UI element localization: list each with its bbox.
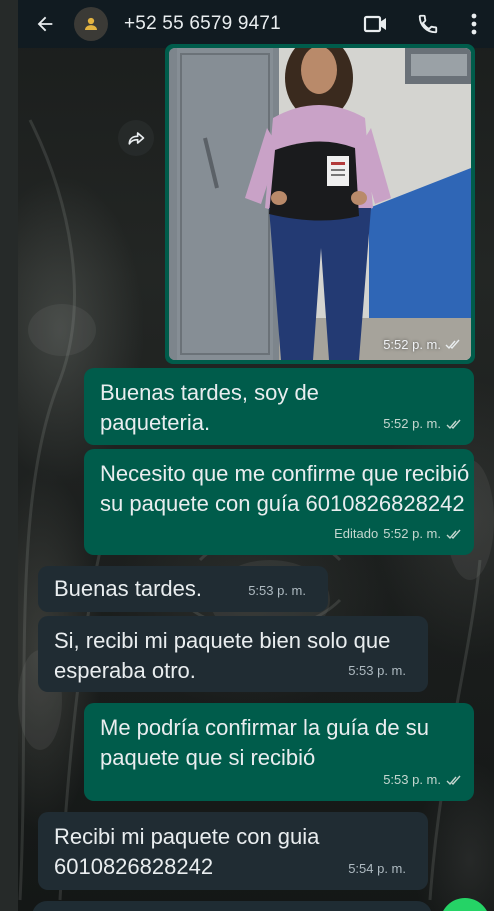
message-time: 5:53 p. m. <box>348 663 406 678</box>
read-ticks-icon <box>446 529 461 539</box>
message-meta: 5:53 p. m. <box>348 656 406 686</box>
message-meta: 5:53 p. m. <box>248 576 306 606</box>
photo[interactable]: 5:52 p. m. <box>169 48 471 360</box>
message-text: Recibi mi paquete con guia 6010826828242 <box>54 824 320 879</box>
message-time: 5:52 p. m. <box>383 526 441 541</box>
forward-button[interactable] <box>118 120 154 156</box>
video-camera-icon <box>363 15 386 33</box>
forward-icon <box>128 132 145 145</box>
voice-call-button[interactable] <box>402 0 454 48</box>
arrow-left-icon <box>37 16 53 32</box>
more-vertical-icon <box>471 13 477 35</box>
image-message[interactable]: 5:52 p. m. <box>165 44 475 364</box>
back-button[interactable] <box>18 0 72 48</box>
message-meta: 5:52 p. m. <box>383 337 461 352</box>
video-call-button[interactable] <box>350 0 402 48</box>
person-icon <box>85 17 97 30</box>
outgoing-message[interactable]: Me podría confirmar la guía de su paquet… <box>84 703 474 801</box>
contact-name[interactable]: +52 55 6579 9471 <box>124 13 281 35</box>
message-meta: 5:53 p. m. <box>383 765 462 795</box>
incoming-message[interactable]: Si, recibi mi paquete bien solo que espe… <box>38 616 428 692</box>
message-input-bar[interactable] <box>32 901 432 911</box>
edited-label: Editado <box>334 526 379 541</box>
message-text: Si, recibi mi paquete bien solo que espe… <box>54 628 391 683</box>
message-text: Necesito que me confirme que recibió su … <box>100 461 470 516</box>
read-ticks-icon <box>446 775 461 785</box>
phone-icon <box>418 14 438 34</box>
message-meta: Editado 5:52 p. m. <box>334 519 462 549</box>
message-time: 5:52 p. m. <box>383 416 441 431</box>
message-meta: 5:52 p. m. <box>383 409 462 439</box>
message-time: 5:54 p. m. <box>348 861 406 876</box>
left-edge-strip <box>0 0 18 911</box>
header-actions <box>350 0 494 48</box>
message-time: 5:52 p. m. <box>383 337 441 352</box>
incoming-message[interactable]: Buenas tardes. 5:53 p. m. <box>38 566 328 612</box>
outgoing-message[interactable]: Necesito que me confirme que recibió su … <box>84 449 474 555</box>
photo-person-with-package <box>169 48 471 360</box>
chat-header: +52 55 6579 9471 <box>18 0 494 48</box>
menu-button[interactable] <box>454 0 494 48</box>
contact-avatar[interactable] <box>74 7 108 41</box>
read-ticks-icon <box>446 419 461 429</box>
incoming-message[interactable]: Recibi mi paquete con guia 6010826828242… <box>38 812 428 890</box>
message-time: 5:53 p. m. <box>383 772 441 787</box>
outgoing-message[interactable]: Buenas tardes, soy de paqueteria. 5:52 p… <box>84 368 474 445</box>
message-meta: 5:54 p. m. <box>348 854 406 884</box>
message-time: 5:53 p. m. <box>248 583 306 598</box>
read-ticks-icon <box>445 339 460 350</box>
message-text: Buenas tardes, soy de paqueteria. <box>100 380 319 435</box>
message-text: Me podría confirmar la guía de su paquet… <box>100 715 429 770</box>
